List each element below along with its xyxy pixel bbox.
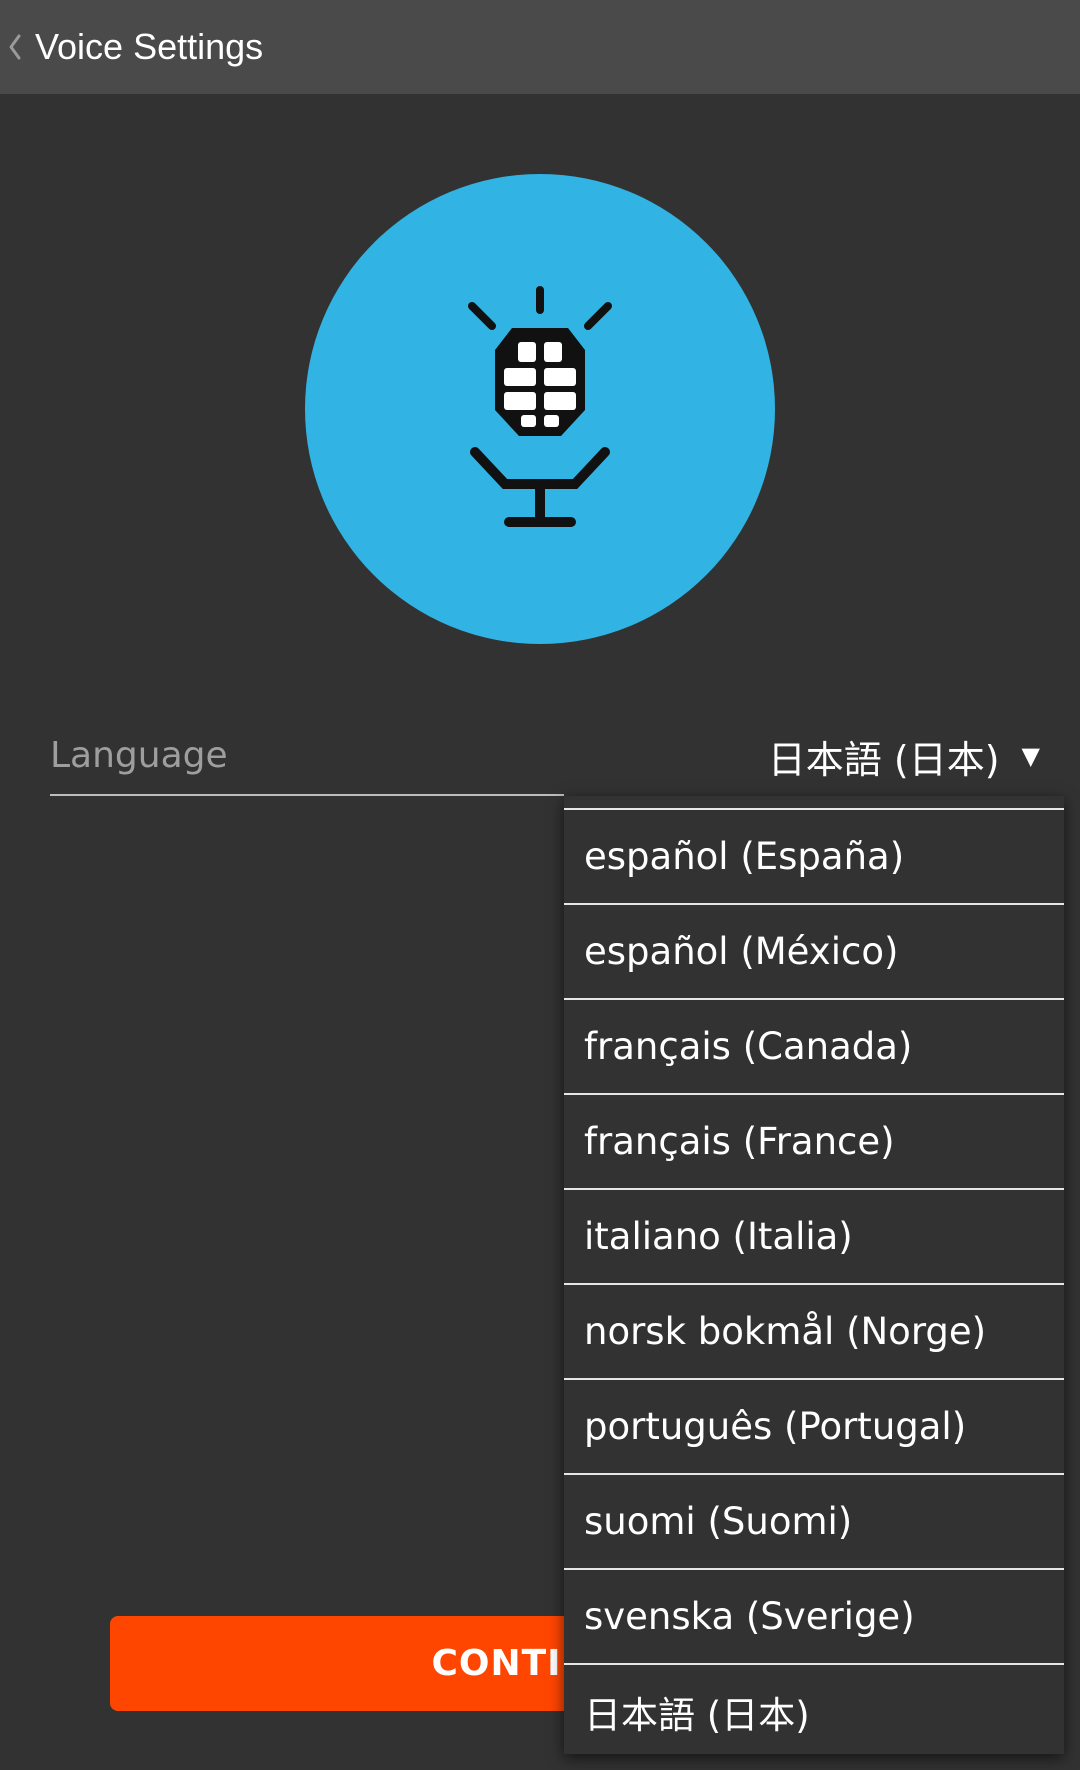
back-label: Voice Settings: [35, 26, 264, 67]
top-bar: Voice Settings: [0, 0, 1080, 94]
language-select[interactable]: 日本語 (日本) ▼: [740, 728, 1040, 784]
chevron-left-icon: [9, 34, 21, 60]
language-option[interactable]: svenska (Sverige): [564, 1568, 1064, 1663]
language-option-label: suomi (Suomi): [584, 1500, 853, 1543]
language-option[interactable]: français (France): [564, 1093, 1064, 1188]
language-option-label: svenska (Sverige): [584, 1595, 915, 1638]
language-option[interactable]: français (Canada): [564, 998, 1064, 1093]
language-option-label: français (Canada): [584, 1025, 913, 1068]
language-option-label: español (México): [584, 930, 899, 973]
dropdown-caret-icon: ▼: [1021, 742, 1040, 770]
language-option[interactable]: português (Portugal): [564, 1378, 1064, 1473]
language-option-label: français (France): [584, 1120, 895, 1163]
language-option-label: português (Portugal): [584, 1405, 967, 1448]
language-option-label: norsk bokmål (Norge): [584, 1310, 987, 1353]
language-option[interactable]: suomi (Suomi): [564, 1473, 1064, 1568]
language-option[interactable]: italiano (Italia): [564, 1188, 1064, 1283]
language-option-selected[interactable]: 日本語 (日本): [564, 1663, 1064, 1754]
language-option-label: 日本語 (日本): [584, 1693, 810, 1737]
language-label: Language: [50, 735, 228, 776]
language-selected-value: 日本語 (日本): [767, 737, 1000, 782]
language-option-label: italiano (Italia): [584, 1215, 853, 1258]
language-underline: [50, 794, 564, 796]
microphone-icon: [468, 286, 612, 527]
back-button[interactable]: Voice Settings: [0, 0, 283, 94]
language-option[interactable]: español (México): [564, 903, 1064, 998]
language-option[interactable]: norsk bokmål (Norge): [564, 1283, 1064, 1378]
language-option-label: español (España): [584, 835, 905, 878]
language-option[interactable]: español (España): [564, 808, 1064, 903]
language-dropdown: español (España) español (México) frança…: [564, 796, 1064, 1754]
